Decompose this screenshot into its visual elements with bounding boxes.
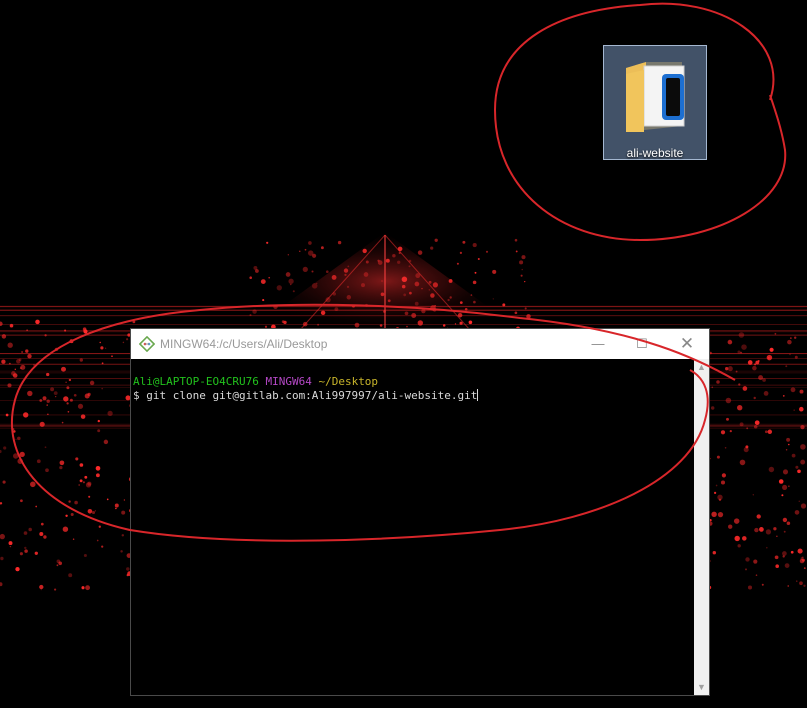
vertical-scrollbar[interactable]: ▲ ▼ [694,359,709,695]
terminal-window[interactable]: MINGW64:/c/Users/Ali/Desktop — ☐ ✕ Ali@L… [130,328,710,696]
terminal-output[interactable]: Ali@LAPTOP-EO4CRU76 MINGW64 ~/Desktop $ … [131,359,695,695]
close-button[interactable]: ✕ [664,329,710,359]
folder-icon [626,62,685,132]
prompt-user-host: Ali@LAPTOP-EO4CRU76 [133,375,259,388]
title-bar[interactable]: MINGW64:/c/Users/Ali/Desktop — ☐ ✕ [131,329,709,359]
maximize-button[interactable]: ☐ [619,329,665,359]
scroll-down-arrow-icon[interactable]: ▼ [694,679,709,695]
prompt-path: ~/Desktop [318,375,379,388]
command-text: $ git clone git@gitlab.com:Ali997997/ali… [133,389,478,402]
prompt-system: MINGW64 [265,375,312,388]
minimize-button[interactable]: — [575,329,621,359]
desktop-icon-label: ali-website [626,146,684,160]
scroll-up-arrow-icon[interactable]: ▲ [694,359,709,375]
git-bash-icon [139,336,155,352]
window-title: MINGW64:/c/Users/Ali/Desktop [160,337,328,351]
text-cursor [477,389,479,401]
desktop-icon-ali-website[interactable]: ali-website [603,45,707,160]
prompt-line: Ali@LAPTOP-EO4CRU76 MINGW64 ~/Desktop [133,375,695,389]
command-line: $ git clone git@gitlab.com:Ali997997/ali… [133,389,695,403]
